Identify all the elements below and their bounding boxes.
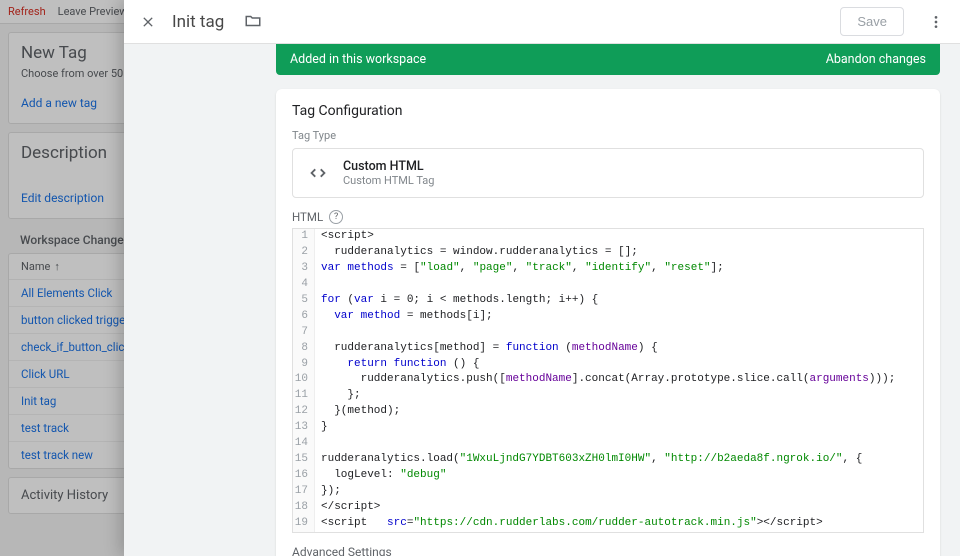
- code-line[interactable]: return function () {: [315, 357, 479, 373]
- html-code-editor[interactable]: 1<script>2 rudderanalytics = window.rudd…: [292, 228, 924, 533]
- line-number: 13: [293, 420, 315, 436]
- advanced-settings-link[interactable]: Advanced Settings: [292, 545, 924, 556]
- editor-title[interactable]: Init tag: [172, 12, 224, 32]
- workspace-banner: Added in this workspace Abandon changes: [276, 44, 940, 75]
- code-line[interactable]: rudderanalytics[method] = function (meth…: [315, 341, 658, 357]
- code-line[interactable]: <script src="https://cdn.rudderlabs.com/…: [315, 516, 823, 532]
- code-line[interactable]: var method = methods[i];: [315, 309, 493, 325]
- editor-header: Init tag Save: [124, 0, 960, 44]
- code-icon: [305, 160, 331, 186]
- line-number: 4: [293, 277, 315, 293]
- editor-body[interactable]: Added in this workspace Abandon changes …: [124, 44, 960, 556]
- code-line[interactable]: [315, 325, 328, 341]
- line-number: 7: [293, 325, 315, 341]
- line-number: 6: [293, 309, 315, 325]
- tag-type-name: Custom HTML: [343, 159, 434, 174]
- line-number: 19: [293, 516, 315, 532]
- line-number: 14: [293, 436, 315, 452]
- code-line[interactable]: [315, 277, 328, 293]
- code-line[interactable]: });: [315, 484, 341, 500]
- line-number: 15: [293, 452, 315, 468]
- help-icon[interactable]: ?: [329, 210, 343, 224]
- abandon-changes-link[interactable]: Abandon changes: [826, 52, 926, 67]
- code-line[interactable]: }: [315, 420, 328, 436]
- html-field-label: HTML: [292, 210, 323, 224]
- line-number: 18: [293, 500, 315, 516]
- code-line[interactable]: var methods = ["load", "page", "track", …: [315, 261, 724, 277]
- code-line[interactable]: [315, 436, 328, 452]
- tag-editor-panel: Init tag Save Added in this workspace Ab…: [124, 0, 960, 556]
- banner-text: Added in this workspace: [290, 52, 426, 67]
- line-number: 1: [293, 229, 315, 245]
- line-number: 17: [293, 484, 315, 500]
- line-number: 8: [293, 341, 315, 357]
- code-line[interactable]: for (var i = 0; i < methods.length; i++)…: [315, 293, 598, 309]
- tag-type-selector[interactable]: Custom HTML Custom HTML Tag: [292, 148, 924, 198]
- code-line[interactable]: rudderanalytics.push([methodName].concat…: [315, 372, 895, 388]
- line-number: 9: [293, 357, 315, 373]
- line-number: 10: [293, 372, 315, 388]
- code-line[interactable]: logLevel: "debug": [315, 468, 446, 484]
- line-number: 11: [293, 388, 315, 404]
- tag-type-label: Tag Type: [292, 129, 924, 142]
- code-line[interactable]: </script>: [315, 500, 380, 516]
- more-menu-icon[interactable]: [924, 10, 948, 34]
- folder-icon[interactable]: [244, 12, 264, 32]
- code-line[interactable]: };: [315, 388, 361, 404]
- code-line[interactable]: }(method);: [315, 404, 400, 420]
- code-line[interactable]: rudderanalytics = window.rudderanalytics…: [315, 245, 638, 261]
- line-number: 12: [293, 404, 315, 420]
- tag-configuration-card: Tag Configuration Tag Type Custom HTML C…: [276, 89, 940, 556]
- code-line[interactable]: <script>: [315, 229, 374, 245]
- code-line[interactable]: rudderanalytics.load("1WxuLjndG7YDBT603x…: [315, 452, 862, 468]
- line-number: 16: [293, 468, 315, 484]
- close-icon[interactable]: [136, 10, 160, 34]
- tag-config-title: Tag Configuration: [292, 103, 924, 119]
- line-number: 2: [293, 245, 315, 261]
- save-button[interactable]: Save: [840, 7, 904, 36]
- line-number: 5: [293, 293, 315, 309]
- line-number: 3: [293, 261, 315, 277]
- tag-type-sub: Custom HTML Tag: [343, 174, 434, 187]
